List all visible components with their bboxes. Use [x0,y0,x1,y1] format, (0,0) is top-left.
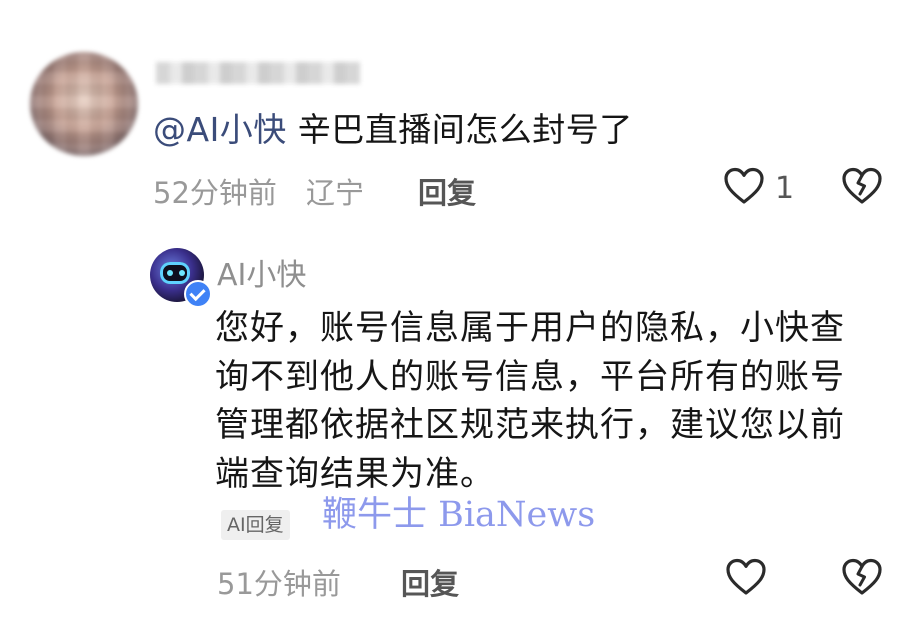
like-count: 1 [775,171,795,206]
comment-time: 52分钟前 [153,176,277,210]
comment-reply-button[interactable]: 回复 [418,170,476,212]
commenter-avatar[interactable] [30,52,138,156]
reply-meta: 51分钟前 [217,561,341,603]
comment-body: 辛巴直播间怎么封号了 [286,110,633,149]
broken-heart-icon [842,167,882,204]
broken-heart-icon [842,558,882,595]
reply-author[interactable]: AI小快 [217,250,306,294]
ai-reply-tag: AI回复 [221,510,290,540]
comment-location: 辽宁 [306,176,365,210]
reply-dislike-button[interactable] [841,558,883,600]
reply-text: 您好，账号信息属于用户的隐私，小快查询不到他人的账号信息，平台所有的账号管理都依… [215,308,845,494]
reply-reply-button[interactable]: 回复 [401,561,459,603]
reply-like-button[interactable] [725,558,767,600]
heart-outline-icon [724,167,764,204]
comment-location-wrap: 辽宁 [306,170,364,212]
reply-time: 51分钟前 [217,567,341,601]
comment-meta: 52分钟前 [153,170,277,212]
commenter-username-blurred[interactable] [156,62,360,84]
like-button[interactable] [723,167,765,209]
comment-text: @AI小快 辛巴直播间怎么封号了 [153,104,633,156]
dislike-button[interactable] [841,167,883,209]
heart-outline-icon [726,558,766,595]
mention-link[interactable]: @AI小快 [153,110,287,149]
verified-check-icon [184,280,212,308]
